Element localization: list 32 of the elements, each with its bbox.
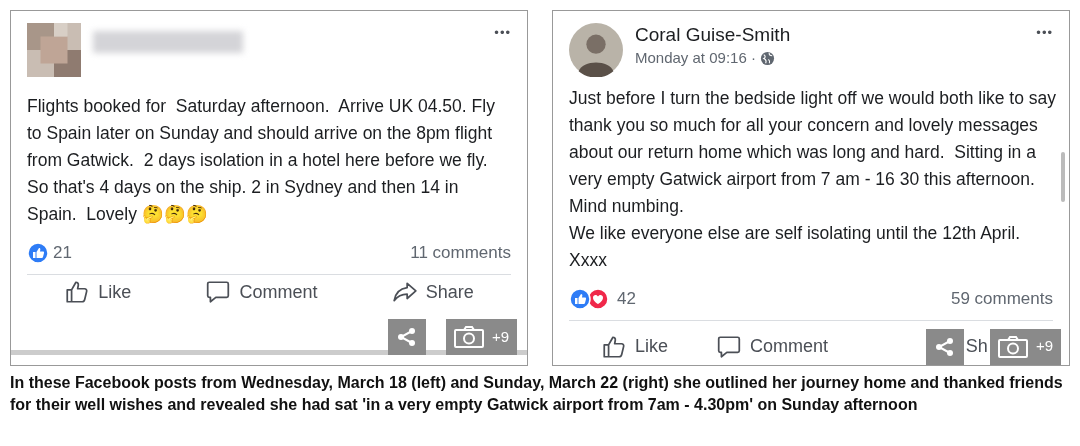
globe-icon: [759, 50, 775, 66]
author-name[interactable]: Coral Guise-Smith: [635, 23, 1025, 47]
speech-bubble-icon: [716, 333, 743, 360]
share-overlay-button[interactable]: [387, 319, 426, 355]
post-text: Just before I turn the bedside light off we would both like to say thank you so much for all your concern and lovely messages about our return home which was long and hard. Sitting in a very empty Gatwick airport from 7 am - 16 30 this afternoon. Mind numbing. We like everyone else are self isolating until the 12th April. Xxxx: [569, 87, 1057, 272]
share-overlay-button[interactable]: [925, 328, 964, 365]
reaction-count: 42: [617, 288, 636, 310]
like-reaction-icon: [569, 287, 591, 310]
share-button[interactable]: Sh: [963, 333, 990, 360]
camera-icon: [453, 326, 484, 348]
comment-count[interactable]: 11 comments: [410, 240, 511, 266]
image-caption: In these Facebook posts from Wednesday, March 18 (left) and Sunday, March 22 (right) she outlined her journey home and thanked friends for their well wishes and revealed she had sat 'in a very empty Gatwick airport from 7am - 4.30pm' on Sunday afternoon: [10, 373, 1064, 415]
share-icon: [395, 326, 418, 348]
comment-button[interactable]: Comment: [716, 333, 829, 360]
more-options[interactable]: •••: [494, 23, 511, 43]
thumbs-up-icon: [601, 333, 627, 360]
post-timestamp: Monday at 09:16 ·: [635, 48, 756, 68]
like-button[interactable]: Like: [601, 333, 669, 360]
speech-bubble-icon: [205, 279, 232, 305]
thumbs-up-icon: [64, 279, 91, 305]
more-options[interactable]: •••: [1036, 23, 1053, 43]
heart-reaction-icon: [587, 287, 609, 310]
share-button[interactable]: Share: [391, 278, 474, 306]
camera-icon: [997, 335, 1028, 358]
comment-count[interactable]: 59 comments: [950, 286, 1053, 312]
comment-button[interactable]: Comment: [205, 278, 318, 306]
post-text: Flights booked for Saturday afternoon. Arrive UK 04.50. Fly to Spain later on Sunday and should arrive on the 8pm flight from Gatwick. 2 days isolation in a hotel here before we fly. So that's 4 days on the ship. 2 in Sydney and then 14 in Spain. Lovely 🤔🤔🤔: [27, 95, 496, 226]
like-reaction-icon: [27, 241, 49, 264]
reaction-count: 21: [53, 242, 72, 264]
like-button[interactable]: Like: [64, 278, 132, 306]
avatar: [569, 23, 623, 77]
share-icon: [933, 335, 956, 358]
